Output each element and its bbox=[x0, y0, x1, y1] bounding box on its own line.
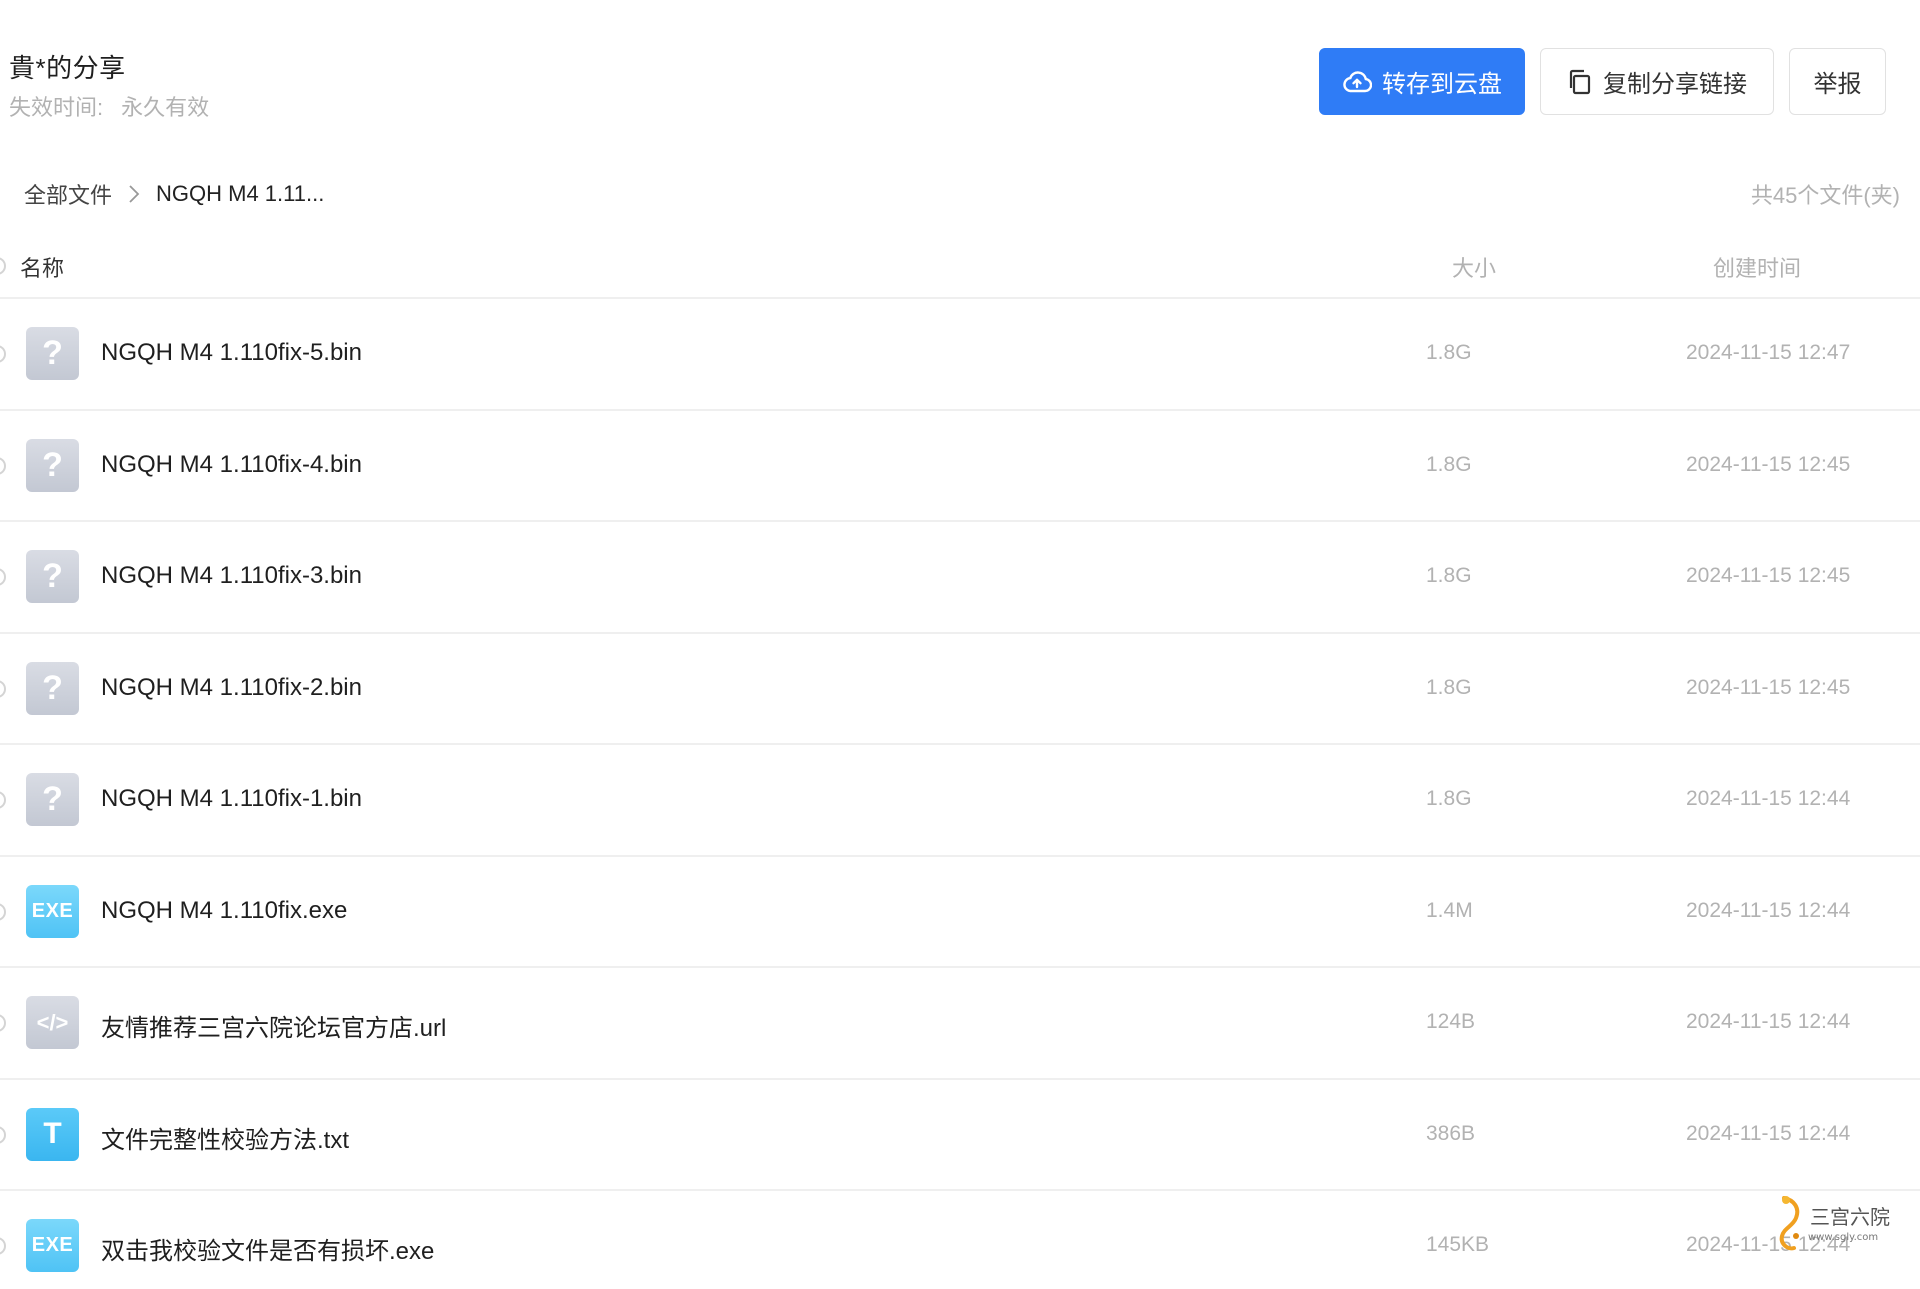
svg-text:三宫六院: 三宫六院 bbox=[1810, 1205, 1890, 1229]
file-count: 共45个文件(夹) bbox=[1750, 183, 1900, 208]
file-time: 2024-11-15 12:44 bbox=[1686, 1010, 1851, 1033]
file-size: 145KB bbox=[1426, 1233, 1490, 1256]
file-time: 2024-11-15 12:45 bbox=[1686, 564, 1851, 587]
table-header: 名称 大小 创建时间 bbox=[0, 235, 1920, 299]
file-size: 1.8G bbox=[1426, 787, 1472, 810]
row-checkbox[interactable] bbox=[0, 1014, 6, 1032]
table-row[interactable]: ? NGQH M4 1.110fix-5.bin 1.8G 2024-11-15… bbox=[0, 299, 1920, 411]
cloud-upload-icon bbox=[1342, 70, 1372, 94]
unknown-file-icon: ? bbox=[26, 773, 79, 826]
table-row[interactable]: ? NGQH M4 1.110fix-2.bin 1.8G 2024-11-15… bbox=[0, 634, 1920, 745]
file-size: 1.8G bbox=[1426, 341, 1472, 364]
row-checkbox[interactable] bbox=[0, 568, 6, 586]
file-size: 1.8G bbox=[1426, 452, 1472, 476]
copy-share-link-button[interactable]: 复制分享链接 bbox=[1540, 48, 1774, 115]
file-name[interactable]: NGQH M4 1.110fix-5.bin bbox=[101, 339, 362, 367]
save-to-cloud-label: 转存到云盘 bbox=[1382, 71, 1502, 98]
expiry-value: 永久有效 bbox=[121, 95, 210, 120]
file-name[interactable]: NGQH M4 1.110fix.exe bbox=[101, 897, 347, 925]
action-bar: 转存到云盘 复制分享链接 举报 bbox=[1319, 48, 1886, 115]
copy-share-link-label: 复制分享链接 bbox=[1603, 71, 1747, 98]
breadcrumb: 全部文件 NGQH M4 1.11... bbox=[24, 178, 324, 210]
file-time: 2024-11-15 12:44 bbox=[1686, 898, 1851, 922]
save-to-cloud-button[interactable]: 转存到云盘 bbox=[1319, 48, 1525, 115]
row-checkbox[interactable] bbox=[0, 791, 6, 809]
file-size: 386B bbox=[1426, 1121, 1476, 1145]
row-checkbox[interactable] bbox=[0, 1237, 6, 1255]
row-checkbox[interactable] bbox=[0, 456, 6, 475]
file-size: 1.4M bbox=[1426, 898, 1473, 922]
column-header-size[interactable]: 大小 bbox=[1452, 251, 1496, 283]
table-row[interactable]: ? NGQH M4 1.110fix-3.bin 1.8G 2024-11-15… bbox=[0, 522, 1920, 634]
row-checkbox[interactable] bbox=[0, 1125, 6, 1144]
file-list: ? NGQH M4 1.110fix-5.bin 1.8G 2024-11-15… bbox=[0, 299, 1920, 1289]
row-checkbox[interactable] bbox=[0, 902, 6, 921]
file-time: 2024-11-15 12:45 bbox=[1686, 675, 1851, 699]
svg-text:www.sgly.com: www.sgly.com bbox=[1808, 1232, 1878, 1243]
table-row[interactable]: </> 友情推荐三宫六院论坛官方店.url 124B 2024-11-15 12… bbox=[0, 968, 1920, 1080]
file-name[interactable]: NGQH M4 1.110fix-2.bin bbox=[101, 674, 362, 702]
row-checkbox[interactable] bbox=[0, 679, 6, 698]
file-time: 2024-11-15 12:47 bbox=[1686, 341, 1851, 364]
watermark-logo: 三宫六院 www.sgly.com bbox=[1766, 1190, 1896, 1260]
table-row[interactable]: ? NGQH M4 1.110fix-1.bin 1.8G 2024-11-15… bbox=[0, 745, 1920, 857]
file-time: 2024-11-15 12:44 bbox=[1686, 787, 1851, 810]
copy-icon bbox=[1567, 69, 1593, 95]
file-name[interactable]: NGQH M4 1.110fix-4.bin bbox=[101, 451, 362, 479]
file-size: 1.8G bbox=[1426, 675, 1472, 699]
exe-file-icon: EXE bbox=[26, 884, 79, 938]
file-name[interactable]: 文件完整性校验方法.txt bbox=[101, 1120, 349, 1155]
unknown-file-icon: ? bbox=[26, 438, 79, 492]
file-name[interactable]: 双击我校验文件是否有损坏.exe bbox=[101, 1231, 434, 1266]
file-name[interactable]: NGQH M4 1.110fix-1.bin bbox=[101, 785, 362, 813]
breadcrumb-current-folder: NGQH M4 1.11... bbox=[156, 181, 325, 206]
exe-file-icon: EXE bbox=[26, 1219, 79, 1272]
file-time: 2024-11-15 12:44 bbox=[1686, 1121, 1851, 1145]
expiry-label: 失效时间: bbox=[9, 95, 104, 120]
url-file-icon: </> bbox=[26, 996, 79, 1049]
unknown-file-icon: ? bbox=[26, 550, 79, 603]
table-row[interactable]: EXE 双击我校验文件是否有损坏.exe 145KB 2024-11-15 12… bbox=[0, 1191, 1920, 1289]
column-header-time[interactable]: 创建时间 bbox=[1713, 251, 1801, 283]
table-row[interactable]: T 文件完整性校验方法.txt 386B 2024-11-15 12:44 bbox=[0, 1080, 1920, 1191]
file-name[interactable]: 友情推荐三宫六院论坛官方店.url bbox=[101, 1008, 446, 1043]
txt-file-icon: T bbox=[26, 1107, 79, 1161]
breadcrumb-root-link[interactable]: 全部文件 bbox=[24, 178, 112, 210]
unknown-file-icon: ? bbox=[26, 661, 79, 715]
chevron-right-icon bbox=[128, 184, 140, 204]
table-row[interactable]: EXE NGQH M4 1.110fix.exe 1.4M 2024-11-15… bbox=[0, 857, 1920, 968]
unknown-file-icon: ? bbox=[26, 327, 79, 380]
report-button[interactable]: 举报 bbox=[1789, 48, 1886, 115]
expiry-info: 失效时间: 永久有效 bbox=[9, 90, 209, 122]
file-name[interactable]: NGQH M4 1.110fix-3.bin bbox=[101, 562, 362, 590]
row-checkbox[interactable] bbox=[0, 345, 6, 363]
table-row[interactable]: ? NGQH M4 1.110fix-4.bin 1.8G 2024-11-15… bbox=[0, 411, 1920, 522]
file-size: 1.8G bbox=[1426, 564, 1472, 587]
file-time: 2024-11-15 12:45 bbox=[1686, 452, 1851, 476]
share-title: 貴*的分享 bbox=[9, 53, 126, 83]
select-all-checkbox[interactable] bbox=[0, 257, 6, 275]
file-size: 124B bbox=[1426, 1010, 1476, 1033]
column-header-name[interactable]: 名称 bbox=[20, 251, 64, 283]
